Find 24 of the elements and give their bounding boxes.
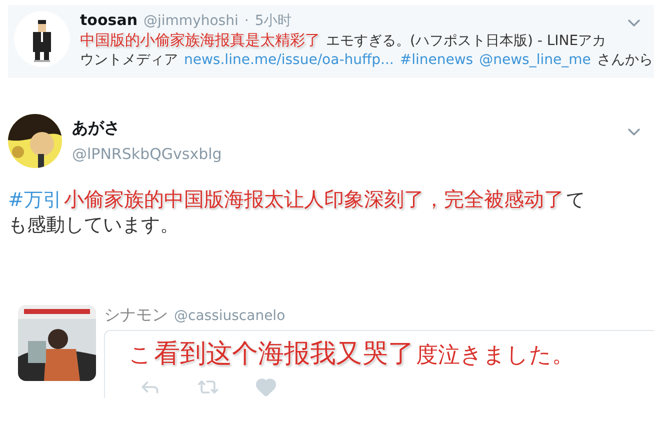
subtitle-caption: 小偷家族的中国版海报太让人印象深刻了，完全被感动了 bbox=[64, 186, 564, 213]
user-handle: @jimmyhoshi bbox=[144, 13, 238, 29]
subtitle-caption: 中国版的小偷家族海报真是太精彩了 bbox=[80, 30, 320, 50]
avatar-figure-icon bbox=[14, 11, 70, 67]
tweet-text: ウントメディア bbox=[80, 50, 178, 70]
tweet-link[interactable]: #万引 bbox=[8, 188, 62, 214]
tweet-text: も感動しています。 bbox=[8, 213, 179, 238]
user-name[interactable]: toosan bbox=[80, 11, 138, 29]
tweet-text: エモすぎる。(ハフポスト日本版) - LINEアカ bbox=[326, 32, 606, 51]
user-name[interactable]: シナモン bbox=[104, 305, 168, 326]
separator-dot: · bbox=[244, 13, 249, 29]
tweet-text: て bbox=[566, 188, 585, 213]
user-handle: @lPNRSkbQGvsxblg bbox=[72, 145, 223, 164]
subtitle-caption: 看到这个海报我又哭了 bbox=[154, 338, 414, 372]
tweet-link[interactable]: news.line.me/issue/oa-huffp... bbox=[184, 50, 394, 70]
tweet-link[interactable]: #linenews bbox=[400, 50, 474, 70]
tweet-text: 度泣きました。 bbox=[416, 342, 574, 370]
tweet-text: さんから bbox=[596, 50, 653, 70]
tweet-text: こ bbox=[129, 342, 152, 370]
tweet-link[interactable]: @news_line_me bbox=[479, 50, 591, 70]
tweet-time: 5小时 bbox=[254, 12, 292, 30]
heart-icon[interactable] bbox=[255, 376, 277, 398]
user-handle: @cassiuscanelo bbox=[174, 308, 286, 324]
user-name[interactable]: あがさ bbox=[72, 118, 654, 140]
